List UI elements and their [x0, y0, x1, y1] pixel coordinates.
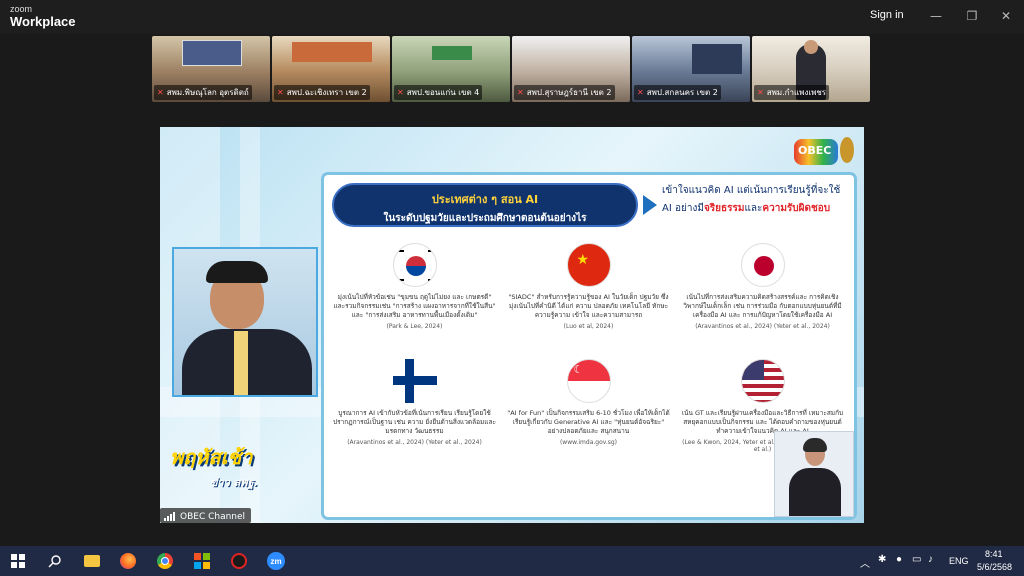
key-line-2c: และ: [744, 203, 763, 214]
participant-thumbnail[interactable]: ✕ สพป.สกลนคร เขต 2: [632, 36, 750, 102]
singapore-flag-icon: ☾: [566, 359, 611, 403]
participant-label: ✕ สพป.สุราษฎร์ธานี เขต 2: [514, 85, 615, 100]
participant-name: สพป.สุราษฎร์ธานี เขต 2: [526, 88, 612, 97]
country-reference: (Aravantinos et al., 2024) (Yeter et al.…: [347, 439, 482, 447]
country-reference: (Aravantinos et al., 2024) (Yeter et al.…: [695, 323, 830, 331]
app-grid-icon[interactable]: [192, 551, 212, 571]
microphone-icon[interactable]: ●: [896, 554, 902, 565]
show-title: พฤหัสเช้า: [170, 445, 253, 469]
key-highlight-responsibility: ความรับผิดชอบ: [762, 203, 831, 214]
volume-icon[interactable]: ♪: [928, 554, 933, 565]
sign-in-button[interactable]: Sign in: [870, 9, 904, 21]
country-card-china: ★ "SIADC" สำหรับการรู้ความรู้ของ AI ในวั…: [506, 243, 671, 330]
obec-logo-text: OBEC: [798, 144, 832, 157]
china-flag-icon: ★: [566, 243, 611, 287]
minimize-button[interactable]: —: [921, 6, 951, 26]
participant-name: สพม.พิษณุโลก อุตรดิตถ์: [166, 88, 249, 97]
signal-icon: [164, 512, 176, 521]
participant-name: สพป.สกลนคร เขต 2: [646, 88, 718, 97]
firefox-icon[interactable]: [118, 551, 138, 571]
brand-big: Workplace: [10, 14, 76, 29]
clock-time[interactable]: 8:41: [985, 549, 1003, 559]
zoom-icon[interactable]: zm: [266, 551, 286, 571]
file-explorer-icon[interactable]: [82, 551, 102, 571]
participant-strip: ✕ สพม.พิษณุโลก อุตรดิตถ์ ✕ สพป.ฉะเชิงเทรา …: [152, 36, 872, 102]
usa-flag-icon: [740, 359, 785, 403]
arrow-icon: [643, 195, 657, 215]
close-button[interactable]: ✕: [991, 6, 1021, 26]
country-reference: (www.imda.gov.sg): [559, 439, 618, 447]
country-text: "AI for Fun" เป็นกิจกรรมเสริม 6-10 ชั่วโ…: [507, 409, 670, 435]
main-video[interactable]: พฤหัสเช้า ข่าว สพฐ. ประเทศต่าง ๆ สอน AI …: [160, 127, 864, 523]
country-text: เน้นไปที่การส่งเสริมความคิดสร้างสรรค์และ…: [683, 293, 842, 319]
country-card-japan: เน้นไปที่การส่งเสริมความคิดสร้างสรรค์และ…: [680, 243, 845, 330]
key-line-1: เข้าใจแนวคิด AI แต่เน้นการเรียนรู้ที่จะใ…: [662, 185, 841, 196]
show-logo: พฤหัสเช้า ข่าว สพฐ.: [170, 441, 290, 491]
key-line-2a: AI อย่างมี: [662, 203, 704, 214]
key-line-2: AI อย่างมีจริยธรรมและความรับผิดชอบ: [662, 201, 852, 216]
bluetooth-icon[interactable]: ✱: [878, 554, 886, 565]
restore-button[interactable]: ❐: [957, 6, 987, 26]
south-korea-flag-icon: [392, 243, 437, 287]
participant-label: ✕ สพป.ฉะเชิงเทรา เขต 2: [274, 85, 370, 100]
title-bar: zoom Workplace Sign in — ❐ ✕: [0, 0, 1024, 34]
question-line-1: ประเทศต่าง ๆ สอน AI: [431, 193, 539, 206]
language-indicator[interactable]: ENG: [949, 556, 969, 566]
country-card-singapore: ☾ "AI for Fun" เป็นกิจกรรมเสริม 6-10 ชั่…: [506, 359, 671, 446]
clock-date[interactable]: 5/6/2568: [977, 562, 1012, 572]
presenter-video: [172, 247, 318, 397]
participant-label: ✕ สพป.ขอนแก่น เขต 4: [394, 85, 483, 100]
muted-mic-icon: ✕: [157, 88, 164, 97]
obec-channel-logo: OBEC: [794, 135, 854, 171]
display-icon[interactable]: ▭: [912, 554, 921, 565]
country-card-finland: บูรณาการ AI เข้ากับหัวข้อที่เน้นการเรียน…: [332, 359, 497, 446]
channel-name: OBEC Channel: [180, 511, 246, 522]
red-app-icon[interactable]: [229, 551, 249, 571]
show-hidden-icons-icon[interactable]: ︿: [860, 555, 870, 570]
chrome-icon[interactable]: [155, 551, 175, 571]
taskbar: zm ︿ ✱ ● ▭ ♪ ENG 8:41 5/6/2568: [0, 546, 1024, 576]
search-icon[interactable]: [45, 551, 65, 571]
participant-label: ✕ สพม.พิษณุโลก อุตรดิตถ์: [154, 85, 252, 100]
muted-mic-icon: ✕: [277, 88, 284, 97]
channel-label: OBEC Channel: [160, 508, 252, 523]
participant-thumbnail[interactable]: ✕ สพม.พิษณุโลก อุตรดิตถ์: [152, 36, 270, 102]
question-line-2: ในระดับปฐมวัยและประถมศึกษาตอนต้นอย่างไร: [383, 213, 587, 224]
participant-thumbnail[interactable]: ✕ สพป.ฉะเชิงเทรา เขต 2: [272, 36, 390, 102]
participant-thumbnail[interactable]: ✕ สพป.สุราษฎร์ธานี เขต 2: [512, 36, 630, 102]
muted-mic-icon: ✕: [517, 88, 524, 97]
muted-mic-icon: ✕: [397, 88, 404, 97]
participant-thumbnail[interactable]: ✕ สพป.ขอนแก่น เขต 4: [392, 36, 510, 102]
participant-name: สพป.ขอนแก่น เขต 4: [406, 88, 480, 97]
question-banner: ประเทศต่าง ๆ สอน AI ในระดับปฐมวัยและประถ…: [332, 183, 638, 227]
participant-label: ✕ สพป.สกลนคร เขต 2: [634, 85, 721, 100]
participant-label: ✕ สพม.กำแพงเพชร: [754, 85, 830, 100]
muted-mic-icon: ✕: [637, 88, 644, 97]
participant-name: สพม.กำแพงเพชร: [766, 88, 827, 97]
finland-flag-icon: [392, 359, 437, 403]
japan-flag-icon: [740, 243, 785, 287]
country-text: บูรณาการ AI เข้ากับหัวข้อที่เน้นการเรียน…: [333, 409, 496, 435]
participant-thumbnail[interactable]: ✕ สพม.กำแพงเพชร: [752, 36, 870, 102]
country-card-south-korea: มุ่งเน้นไปที่หัวข้อเช่น "ขุมขน ฤดูไม่ไม่…: [332, 243, 497, 330]
country-reference: (Park & Lee, 2024): [386, 323, 443, 331]
zoom-workplace-logo: zoom Workplace: [10, 4, 76, 29]
participant-name: สพป.ฉะเชิงเทรา เขต 2: [286, 88, 367, 97]
windows-icon[interactable]: [8, 551, 28, 571]
sign-language-interpreter: [774, 431, 854, 517]
brand-small: zoom: [10, 4, 33, 14]
key-message: เข้าใจแนวคิด AI แต่เน้นการเรียนรู้ที่จะใ…: [662, 183, 852, 216]
country-reference: (Luo et al, 2024): [563, 323, 614, 331]
key-highlight-ethics: จริยธรรม: [703, 203, 745, 214]
country-text: "SIADC" สำหรับการรู้ความรู้ของ AI ในวัยเ…: [508, 293, 669, 319]
muted-mic-icon: ✕: [757, 88, 764, 97]
show-subtitle: ข่าว สพฐ.: [210, 476, 258, 489]
country-text: มุ่งเน้นไปที่หัวข้อเช่น "ขุมขน ฤดูไม่ไม่…: [333, 293, 496, 319]
